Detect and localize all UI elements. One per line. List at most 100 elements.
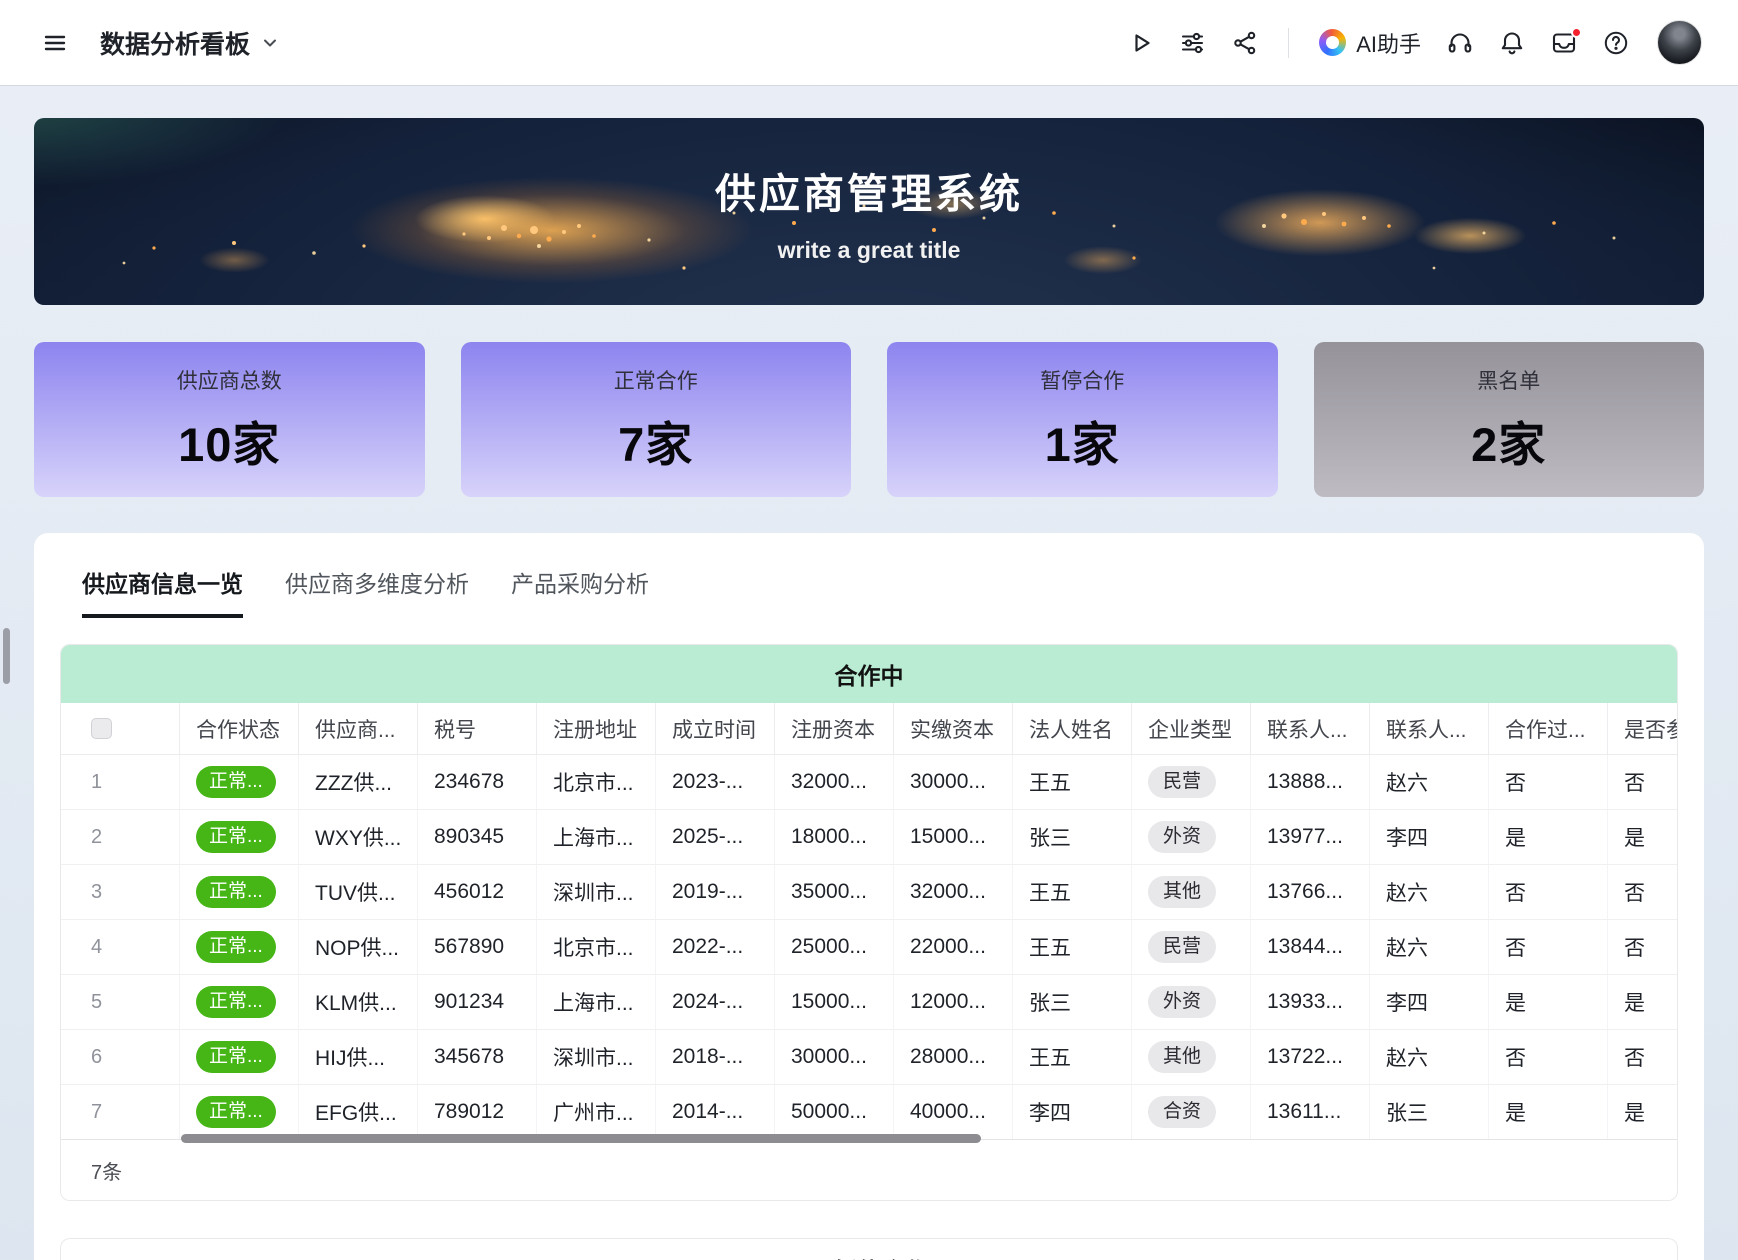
cell-participate[interactable]: 是 [1608,975,1678,1029]
cell-coop-history[interactable]: 否 [1489,865,1608,919]
tab-supplier-multidimensional-analysis[interactable]: 供应商多维度分析 [285,565,469,618]
tab-supplier-overview[interactable]: 供应商信息一览 [82,565,243,618]
column-header-coop-history[interactable]: 合作过... [1489,703,1608,754]
cell-supplier[interactable]: WXY供... [299,810,418,864]
cell-legal-name[interactable]: 张三 [1013,810,1132,864]
cell-participate[interactable]: 是 [1608,1085,1678,1139]
ai-assistant-button[interactable]: AI助手 [1311,21,1429,65]
cell-paid-capital[interactable]: 22000... [894,920,1013,974]
cell-participate[interactable]: 否 [1608,865,1678,919]
column-header-founded[interactable]: 成立时间 [656,703,775,754]
cell-reg-capital[interactable]: 50000... [775,1085,894,1139]
cell-status[interactable]: 正常... [180,810,299,864]
cell-supplier[interactable]: NOP供... [299,920,418,974]
headset-icon[interactable] [1439,22,1481,64]
cell-reg-address[interactable]: 深圳市... [537,1030,656,1084]
cell-founded[interactable]: 2019-... [656,865,775,919]
cell-tax-no[interactable]: 789012 [418,1085,537,1139]
column-header-contact-name[interactable]: 联系人... [1370,703,1489,754]
cell-founded[interactable]: 2018-... [656,1030,775,1084]
horizontal-scrollbar[interactable] [181,1134,981,1143]
cell-contact-name[interactable]: 李四 [1370,810,1489,864]
table-row[interactable]: 7 正常... EFG供... 789012 广州市... 2014-... 5… [61,1085,1677,1140]
cell-contact-name[interactable]: 赵六 [1370,1030,1489,1084]
cell-reg-capital[interactable]: 15000... [775,975,894,1029]
cell-tax-no[interactable]: 456012 [418,865,537,919]
cell-reg-address[interactable]: 上海市... [537,810,656,864]
table-row[interactable]: 2 正常... WXY供... 890345 上海市... 2025-... 1… [61,810,1677,865]
cell-contact-phone[interactable]: 13933... [1251,975,1370,1029]
cell-reg-address[interactable]: 广州市... [537,1085,656,1139]
page-scrollbar[interactable] [3,628,10,684]
cell-status[interactable]: 正常... [180,1085,299,1139]
cell-paid-capital[interactable]: 32000... [894,865,1013,919]
cell-coop-history[interactable]: 是 [1489,1085,1608,1139]
cell-company-type[interactable]: 外资 [1132,975,1251,1029]
dashboard-title-switcher[interactable]: 数据分析看板 [100,25,280,61]
cell-tax-no[interactable]: 901234 [418,975,537,1029]
cell-supplier[interactable]: EFG供... [299,1085,418,1139]
table-row[interactable]: 5 正常... KLM供... 901234 上海市... 2024-... 1… [61,975,1677,1030]
share-icon[interactable] [1224,22,1266,64]
cell-legal-name[interactable]: 王五 [1013,1030,1132,1084]
column-header-supplier[interactable]: 供应商... [299,703,418,754]
cell-contact-phone[interactable]: 13888... [1251,755,1370,809]
inbox-icon[interactable] [1543,22,1585,64]
user-avatar[interactable] [1657,20,1702,65]
cell-contact-name[interactable]: 李四 [1370,975,1489,1029]
column-header-legal-name[interactable]: 法人姓名 [1013,703,1132,754]
column-header-company-type[interactable]: 企业类型 [1132,703,1251,754]
cell-contact-phone[interactable]: 13844... [1251,920,1370,974]
select-all-checkbox[interactable] [91,718,112,739]
column-header-participate[interactable]: 是否参 [1608,703,1678,754]
cell-tax-no[interactable]: 345678 [418,1030,537,1084]
cell-status[interactable]: 正常... [180,920,299,974]
run-icon[interactable] [1120,22,1162,64]
cell-contact-phone[interactable]: 13722... [1251,1030,1370,1084]
column-header-contact-phone[interactable]: 联系人... [1251,703,1370,754]
cell-coop-history[interactable]: 否 [1489,1030,1608,1084]
cell-founded[interactable]: 2023-... [656,755,775,809]
cell-contact-name[interactable]: 赵六 [1370,920,1489,974]
cell-participate[interactable]: 否 [1608,1030,1678,1084]
cell-participate[interactable]: 否 [1608,920,1678,974]
cell-reg-address[interactable]: 北京市... [537,755,656,809]
cell-reg-address[interactable]: 上海市... [537,975,656,1029]
cell-tax-no[interactable]: 890345 [418,810,537,864]
column-header-paid-capital[interactable]: 实缴资本 [894,703,1013,754]
cell-company-type[interactable]: 其他 [1132,865,1251,919]
cell-coop-history[interactable]: 是 [1489,810,1608,864]
menu-icon[interactable] [34,22,76,64]
cell-reg-capital[interactable]: 25000... [775,920,894,974]
cell-paid-capital[interactable]: 12000... [894,975,1013,1029]
table-row[interactable]: 4 正常... NOP供... 567890 北京市... 2022-... 2… [61,920,1677,975]
cell-reg-address[interactable]: 深圳市... [537,865,656,919]
cell-coop-history[interactable]: 否 [1489,920,1608,974]
cell-coop-history[interactable]: 是 [1489,975,1608,1029]
notification-icon[interactable] [1491,22,1533,64]
cell-contact-name[interactable]: 赵六 [1370,865,1489,919]
cell-paid-capital[interactable]: 40000... [894,1085,1013,1139]
column-header-tax-no[interactable]: 税号 [418,703,537,754]
cell-paid-capital[interactable]: 15000... [894,810,1013,864]
column-header-reg-capital[interactable]: 注册资本 [775,703,894,754]
cell-status[interactable]: 正常... [180,755,299,809]
cell-paid-capital[interactable]: 28000... [894,1030,1013,1084]
cell-paid-capital[interactable]: 30000... [894,755,1013,809]
cell-contact-name[interactable]: 赵六 [1370,755,1489,809]
cell-supplier[interactable]: KLM供... [299,975,418,1029]
cell-reg-capital[interactable]: 35000... [775,865,894,919]
cell-company-type[interactable]: 民营 [1132,920,1251,974]
cell-legal-name[interactable]: 李四 [1013,1085,1132,1139]
cell-legal-name[interactable]: 王五 [1013,920,1132,974]
cell-founded[interactable]: 2025-... [656,810,775,864]
cell-contact-phone[interactable]: 13766... [1251,865,1370,919]
cell-coop-history[interactable]: 否 [1489,755,1608,809]
cell-participate[interactable]: 否 [1608,755,1678,809]
cell-founded[interactable]: 2022-... [656,920,775,974]
cell-tax-no[interactable]: 234678 [418,755,537,809]
table-row[interactable]: 1 正常... ZZZ供... 234678 北京市... 2023-... 3… [61,755,1677,810]
filter-settings-icon[interactable] [1172,22,1214,64]
cell-contact-phone[interactable]: 13977... [1251,810,1370,864]
table-row[interactable]: 6 正常... HIJ供... 345678 深圳市... 2018-... 3… [61,1030,1677,1085]
